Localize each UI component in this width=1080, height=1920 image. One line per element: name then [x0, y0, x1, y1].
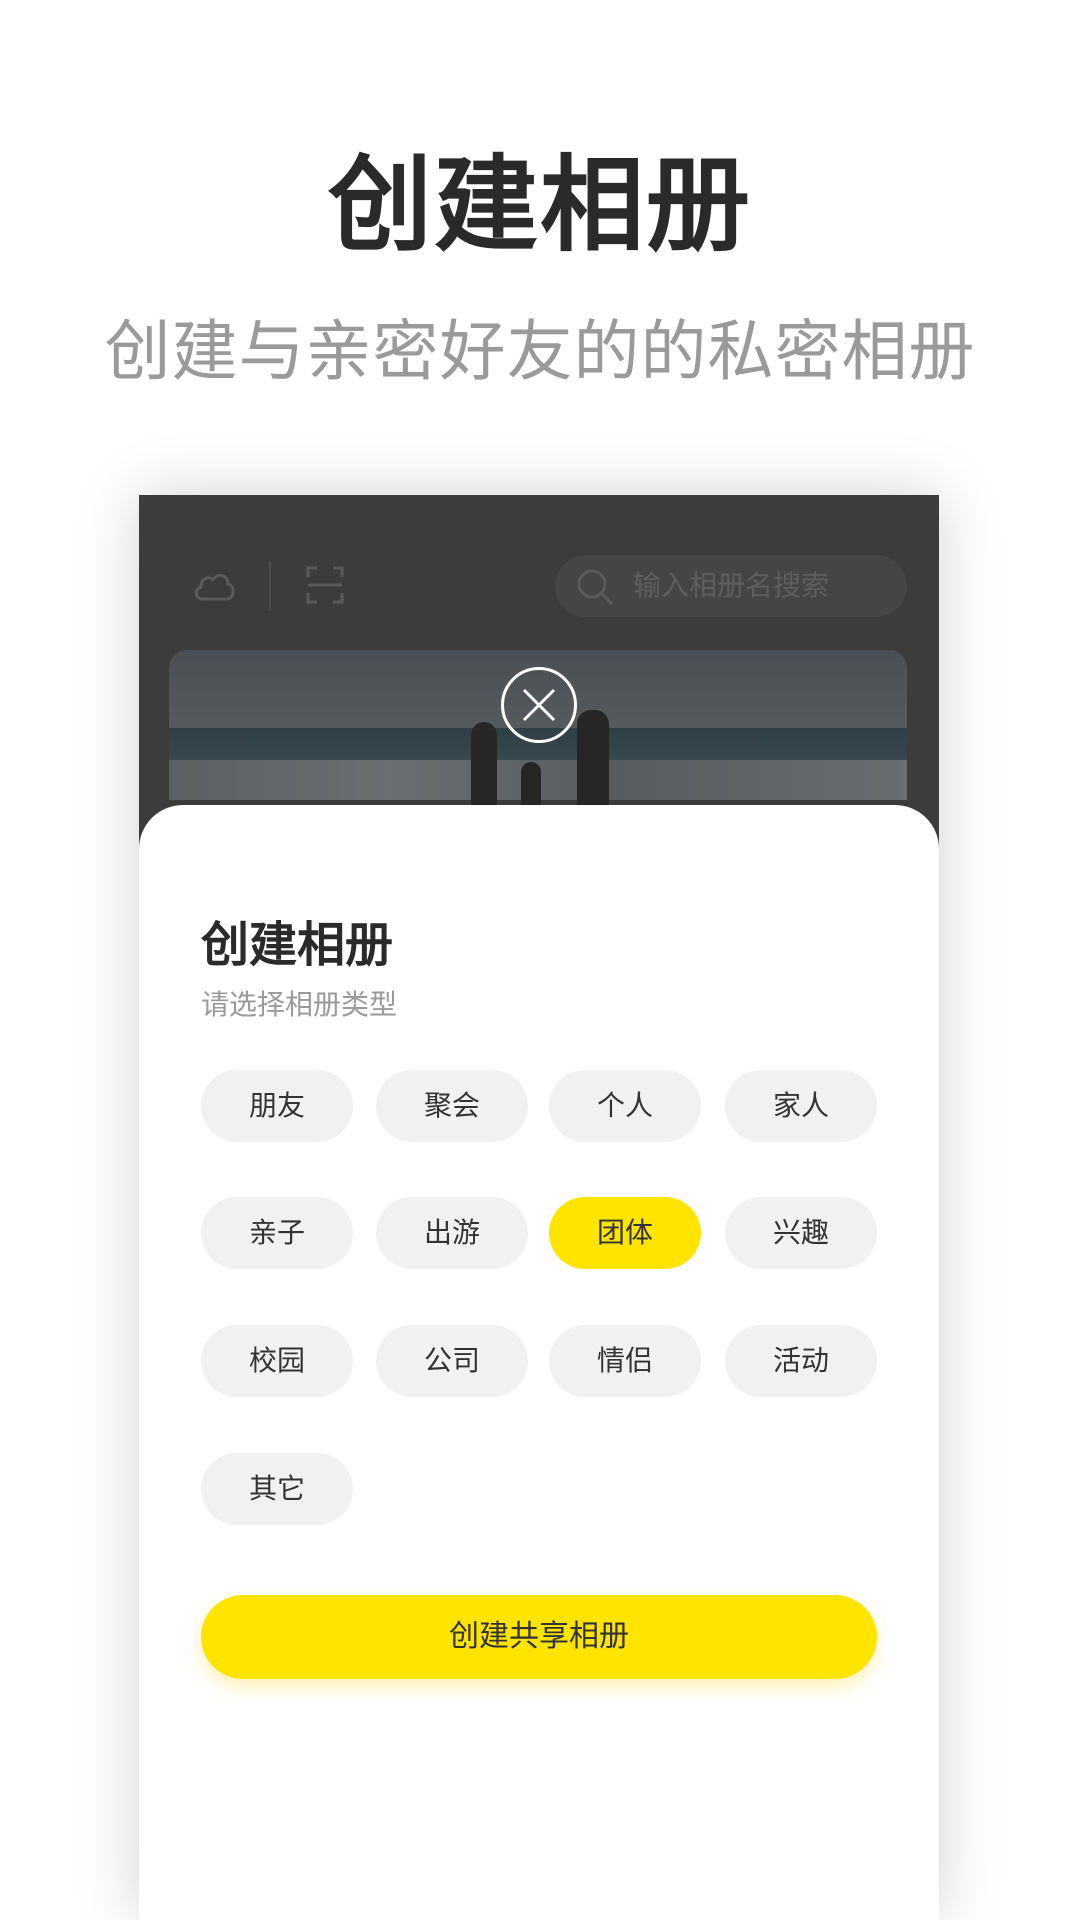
album-type-chip[interactable]: 其它: [201, 1453, 353, 1525]
album-type-chip[interactable]: 家人: [725, 1070, 877, 1142]
search-placeholder: 输入相册名搜索: [633, 569, 830, 602]
album-type-chip[interactable]: 聚会: [376, 1070, 528, 1142]
search-input[interactable]: 输入相册名搜索: [555, 555, 907, 617]
close-button[interactable]: [501, 667, 577, 743]
sheet-subtitle: 请选择相册类型: [201, 988, 398, 1021]
album-type-chip[interactable]: 校园: [201, 1325, 353, 1397]
phone-mockup: 输入相册名搜索 创建相册 请选择相册类型 朋友 聚会 个人 家人 亲子 出游 团…: [139, 495, 939, 1920]
create-album-sheet: 创建相册 请选择相册类型 朋友 聚会 个人 家人 亲子 出游 团体 兴趣 校园 …: [139, 805, 939, 1920]
album-type-chip[interactable]: 朋友: [201, 1070, 353, 1142]
hero-subtitle: 创建与亲密好友的的私密相册: [104, 313, 976, 390]
scan-icon[interactable]: [305, 565, 345, 605]
create-shared-album-button[interactable]: 创建共享相册: [201, 1595, 877, 1679]
app-toolbar: 输入相册名搜索: [139, 555, 939, 617]
album-type-chip[interactable]: 亲子: [201, 1197, 353, 1269]
search-icon: [575, 567, 615, 607]
album-type-chip[interactable]: 出游: [376, 1197, 528, 1269]
album-type-chip[interactable]: 情侣: [549, 1325, 701, 1397]
close-icon: [522, 688, 556, 722]
screen: 创建相册 创建与亲密好友的的私密相册 输入相册名搜索 创建相册 请选择相册类型 …: [0, 0, 1080, 1920]
sheet-title: 创建相册: [201, 917, 394, 973]
toolbar-divider: [269, 561, 271, 611]
cloud-icon[interactable]: [191, 565, 237, 607]
album-type-chip[interactable]: 公司: [376, 1325, 528, 1397]
album-type-chip[interactable]: 团体: [549, 1197, 701, 1269]
hero-title: 创建相册: [327, 144, 752, 266]
album-type-chip[interactable]: 活动: [725, 1325, 877, 1397]
album-type-chip[interactable]: 兴趣: [725, 1197, 877, 1269]
album-type-chip[interactable]: 个人: [549, 1070, 701, 1142]
